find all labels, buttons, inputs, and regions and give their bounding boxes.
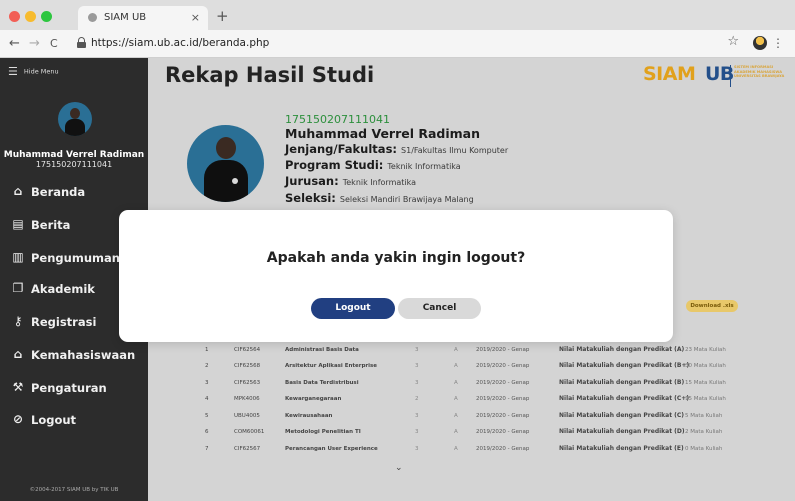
tab-favicon-icon [88, 13, 97, 22]
student-name: Muhammad Verrel Radiman [285, 126, 481, 141]
student-nim: 175150207111041 [285, 113, 390, 126]
profile-avatar-icon[interactable] [753, 36, 767, 50]
browser-tab[interactable]: SIAM UB × [78, 6, 208, 30]
logout-button[interactable]: Logout [311, 298, 395, 319]
graduation-cap-icon: ⌂ [13, 347, 23, 361]
maximize-window-button[interactable] [41, 11, 52, 22]
newspaper-icon: ▤ [12, 217, 24, 231]
sidebar-item-label: Pengumuman [31, 251, 120, 265]
dialog-question: Apakah anda yakin ingin logout? [266, 250, 526, 266]
hamburger-icon: ☰ [8, 65, 18, 78]
program-studi-row: Program Studi: Teknik Informatika [285, 158, 461, 172]
table-row: 2 CIF62568 Arsitektur Aplikasi Enterprise… [205, 362, 726, 369]
key-icon: ⚷ [13, 314, 23, 328]
sidebar-user-nim: 175150207111041 [35, 160, 113, 169]
lock-icon [77, 37, 86, 48]
sidebar-item-label: Registrasi [31, 315, 97, 329]
table-row: 6 COM60061 Metodologi Penelitian TI 3 A 201… [205, 428, 723, 435]
tab-title: SIAM UB [104, 12, 147, 23]
sidebar-user-name: Muhammad Verrel Radiman [3, 150, 145, 160]
logout-circle-icon: ⊘ [12, 412, 24, 426]
seleksi-row: Seleksi: Seleksi Mandiri Brawijaya Malan… [285, 191, 474, 205]
sidebar-avatar [58, 102, 92, 136]
sidebar-item-logout[interactable]: ⊘ Logout [0, 404, 148, 436]
copy-files-icon: ❐ [12, 281, 24, 295]
table-row: 4 MPK4006 Kewarganegaraan 2 A 2019/2020 - G… [205, 395, 726, 402]
page-title: Rekap Hasil Studi [165, 63, 375, 87]
bookmark-star-icon[interactable]: ☆ [727, 34, 739, 49]
back-icon[interactable]: ← [9, 36, 20, 51]
table-row: 5 UBU4005 Kewirausahaan 3 A 2019/2020 - Gen… [205, 412, 723, 419]
tab-close-icon[interactable]: × [191, 11, 200, 24]
table-row: 1 CIF62564 Administrasi Basis Data 3 A 2019… [205, 346, 726, 353]
new-tab-button[interactable]: + [216, 7, 229, 25]
student-photo [187, 125, 264, 202]
browser-tab-bar: SIAM UB × + [0, 0, 795, 30]
sidebar-item-label: Logout [31, 413, 77, 427]
cancel-button[interactable]: Cancel [398, 298, 481, 319]
table-row: 7 CIF62567 Perancangan User Experience 3 A… [205, 445, 723, 452]
sidebar-item-beranda[interactable]: ⌂ Beranda [0, 176, 148, 208]
hide-menu-label: Hide Menu [23, 67, 59, 76]
hide-menu-button[interactable]: ☰ Hide Menu [8, 65, 59, 78]
chevron-down-icon[interactable]: ⌄ [395, 463, 403, 473]
reload-icon[interactable]: C [50, 37, 58, 50]
sidebar-item-label: Berita [31, 218, 71, 232]
browser-menu-icon[interactable]: ⋮ [772, 36, 784, 50]
address-bar-row: ← → C https://siam.ub.ac.id/beranda.php … [0, 30, 795, 58]
sidebar-item-pengaturan[interactable]: ⚒ Pengaturan [0, 372, 148, 404]
wrench-icon: ⚒ [12, 380, 24, 394]
home-icon: ⌂ [13, 184, 23, 198]
forward-icon[interactable]: → [29, 36, 40, 51]
url-text: https://siam.ub.ac.id/beranda.php [91, 37, 270, 49]
sidebar-footer: ©2004-2017 SIAM UB by TIK UB [29, 487, 119, 493]
sidebar-item-label: Akademik [31, 282, 95, 296]
table-row: 3 CIF62563 Basis Data Terdistribusi 3 A 201… [205, 379, 726, 386]
clipboard-icon: ▥ [12, 250, 24, 264]
sidebar-item-label: Kemahasiswaan [31, 348, 136, 362]
sidebar-item-kemahasiswaan[interactable]: ⌂ Kemahasiswaan [0, 339, 148, 371]
logout-confirm-dialog: Apakah anda yakin ingin logout? Logout C… [119, 210, 673, 342]
url-field[interactable]: https://siam.ub.ac.id/beranda.php [75, 34, 755, 54]
jurusan-row: Jurusan: Teknik Informatika [285, 174, 417, 188]
sidebar-item-label: Beranda [31, 185, 86, 199]
sidebar-item-label: Pengaturan [31, 381, 107, 395]
minimize-window-button[interactable] [25, 11, 36, 22]
download-xls-button[interactable]: Download .xls [686, 300, 738, 312]
close-window-button[interactable] [9, 11, 20, 22]
jenjang-fakultas-row: Jenjang/Fakultas: S1/Fakultas Ilmu Kompu… [285, 142, 509, 156]
